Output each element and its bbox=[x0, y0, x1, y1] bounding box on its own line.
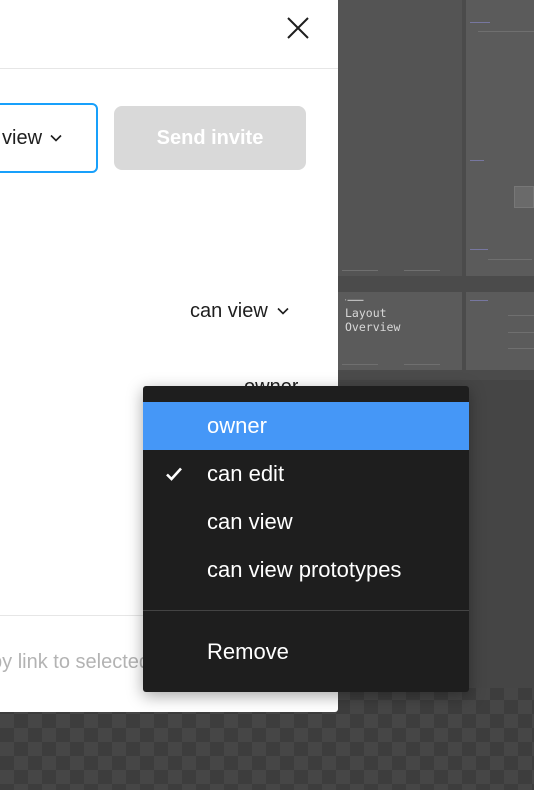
menu-divider bbox=[143, 610, 469, 611]
canvas-detail bbox=[470, 300, 488, 301]
copy-link-label: Copy link to selected bbox=[0, 651, 150, 673]
menu-item-can-view-prototypes[interactable]: can view prototypes bbox=[143, 546, 469, 594]
canvas-detail bbox=[342, 364, 378, 365]
canvas-artboard[interactable] bbox=[338, 0, 462, 276]
send-invite-button[interactable]: Send invite bbox=[114, 106, 306, 170]
canvas-detail bbox=[478, 31, 534, 32]
canvas-frame-caption: ▪ ▬▬▬▬ bbox=[345, 297, 364, 302]
member-permission-label: can view bbox=[190, 299, 268, 322]
menu-item-can-edit[interactable]: can edit bbox=[143, 450, 469, 498]
close-button[interactable] bbox=[282, 12, 314, 44]
member-permission-select[interactable]: can view bbox=[190, 296, 289, 326]
menu-item-owner[interactable]: owner bbox=[143, 402, 469, 450]
canvas-detail bbox=[404, 270, 440, 271]
canvas-mini-popup bbox=[514, 186, 534, 208]
menu-item-label: can view prototypes bbox=[207, 557, 402, 582]
canvas-detail bbox=[508, 315, 534, 316]
menu-item-remove[interactable]: Remove bbox=[143, 628, 469, 676]
copy-link-button[interactable]: Copy link to selected bbox=[0, 651, 150, 679]
canvas-detail bbox=[508, 332, 534, 333]
close-icon bbox=[287, 17, 309, 39]
menu-item-label: owner bbox=[207, 413, 267, 438]
chevron-down-icon bbox=[277, 307, 289, 315]
member-role-label: owner bbox=[244, 376, 298, 386]
canvas-frame-title: Layout Overview bbox=[345, 306, 401, 334]
canvas-detail bbox=[470, 160, 484, 161]
menu-item-label: Remove bbox=[207, 639, 289, 664]
canvas-detail bbox=[470, 22, 490, 23]
canvas-detail bbox=[470, 249, 488, 250]
chevron-down-icon bbox=[50, 134, 62, 142]
canvas-artboard[interactable] bbox=[466, 292, 534, 370]
permission-dropdown-menu: owner can edit can view can view prototy… bbox=[143, 386, 469, 692]
menu-item-label: can edit bbox=[207, 461, 285, 486]
canvas-detail bbox=[488, 259, 532, 260]
invite-permission-label: view bbox=[2, 126, 43, 149]
canvas-artboard[interactable] bbox=[466, 0, 534, 276]
menu-item-label: can view bbox=[207, 509, 293, 534]
canvas-detail bbox=[508, 348, 534, 349]
menu-item-can-view[interactable]: can view bbox=[143, 498, 469, 546]
canvas-detail bbox=[342, 270, 378, 271]
invite-permission-select[interactable]: view bbox=[0, 103, 98, 173]
header-divider bbox=[0, 68, 338, 69]
checkmark-icon bbox=[166, 467, 182, 481]
canvas-detail bbox=[404, 364, 440, 365]
